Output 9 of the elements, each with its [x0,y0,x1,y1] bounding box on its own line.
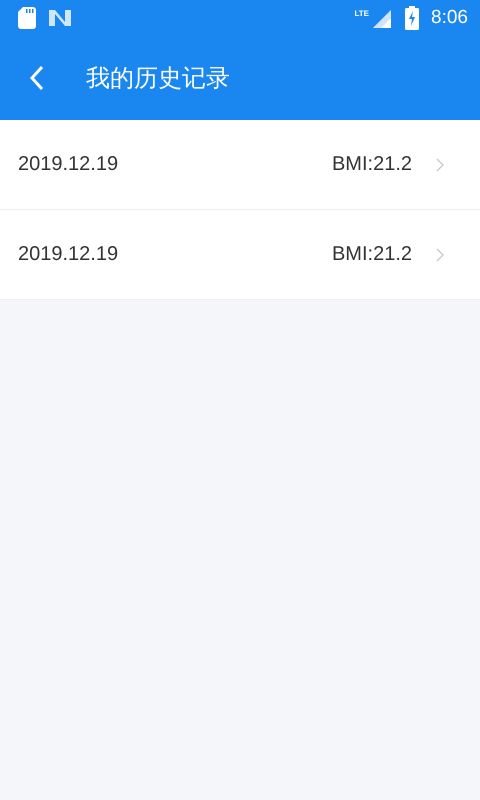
network-type: LTE [354,9,370,18]
record-row[interactable]: 2019.12.19 BMI:21.2 [0,120,480,210]
bmi-value: BMI:21.2 [332,243,412,266]
record-date: 2019.12.19 [18,153,120,176]
record-row[interactable]: 2019.12.19 BMI:21.2 [0,210,480,300]
page-title: 我的历史记录 [86,63,230,94]
clock-time: 8:06 [431,7,468,29]
bmi-value: BMI:21.2 [332,153,412,176]
record-date: 2019.12.19 [18,243,120,266]
